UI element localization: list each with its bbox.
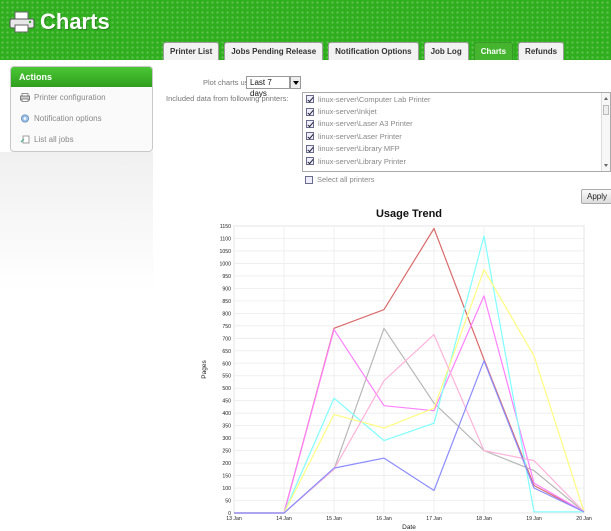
y-tick-label: 600 [222, 361, 231, 367]
printer-name: linux-server\Inkjet [318, 107, 377, 117]
notification-icon [21, 114, 29, 123]
x-axis-label: Date [402, 524, 416, 531]
tab-charts[interactable]: Charts [473, 42, 514, 60]
y-tick-label: 950 [222, 274, 231, 280]
chevron-down-icon[interactable] [290, 76, 301, 89]
printer-list: linux-server\Computer Lab Printer linux-… [302, 92, 611, 172]
y-tick-label: 1000 [219, 261, 231, 267]
x-tick-label: 15 Jan [326, 516, 342, 522]
list-item: linux-server\Library Printer [303, 155, 610, 167]
y-tick-label: 400 [222, 411, 231, 417]
y-tick-label: 1150 [220, 224, 231, 230]
y-tick-label: 900 [222, 286, 231, 292]
y-tick-label: 250 [222, 449, 231, 455]
sidebar-item-printer-configuration[interactable]: Printer configuration [11, 87, 152, 108]
select-all-checkbox[interactable] [305, 175, 313, 184]
list-item: linux-server\Library MFP [303, 143, 610, 155]
printer-icon [20, 93, 30, 102]
sidebar-item-notification-options[interactable]: Notification options [11, 108, 152, 129]
scroll-up-icon[interactable] [604, 97, 608, 100]
y-tick-label: 750 [222, 324, 231, 330]
x-tick-label: 14 Jan [276, 516, 292, 522]
actions-title: Actions [11, 67, 152, 87]
printer-list-scrollbar[interactable] [601, 93, 610, 171]
y-tick-label: 150 [222, 474, 231, 480]
usage-trend-chart: Usage Trend05010015020025030035040045050… [201, 208, 592, 531]
tab-notification-options[interactable]: Notification Options [328, 42, 419, 60]
printer-checkbox[interactable] [306, 157, 314, 166]
printers-label: Included data from following printers: [166, 94, 289, 103]
x-tick-label: 20 Jan [576, 516, 592, 522]
y-axis-label: Pages [201, 360, 208, 379]
x-tick-label: 17 Jan [426, 516, 442, 522]
printer-checkbox[interactable] [306, 144, 314, 153]
select-all-label: Select all printers [317, 175, 375, 184]
x-tick-label: 18 Jan [476, 516, 492, 522]
select-all-printers: Select all printers [305, 175, 375, 184]
printer-icon [9, 11, 35, 33]
printer-name: linux-server\Library MFP [318, 144, 400, 154]
y-tick-label: 200 [222, 461, 231, 467]
tab-printer-list[interactable]: Printer List [163, 42, 220, 60]
page-title: Charts [40, 9, 110, 34]
y-tick-label: 1100 [220, 236, 231, 242]
apply-button[interactable]: Apply [581, 189, 611, 204]
period-select[interactable]: Last 7 days [246, 76, 290, 98]
y-tick-label: 650 [222, 349, 231, 355]
scroll-thumb[interactable] [603, 105, 609, 115]
y-tick-label: 100 [222, 486, 231, 492]
y-tick-label: 450 [222, 399, 231, 405]
printer-checkbox[interactable] [306, 95, 314, 104]
sidebar-item-list-all-jobs[interactable]: List all jobs [11, 129, 152, 150]
printer-name: linux-server\Laser Printer [318, 131, 402, 141]
scroll-down-icon[interactable] [604, 164, 608, 167]
list-item: linux-server\Laser A3 Printer [303, 118, 610, 130]
y-tick-label: 850 [222, 299, 231, 305]
tab-refunds[interactable]: Refunds [518, 42, 565, 60]
printer-name: linux-server\Computer Lab Printer [318, 94, 431, 104]
y-tick-label: 800 [222, 311, 231, 317]
y-tick-label: 500 [222, 386, 231, 392]
printer-name: linux-server\Library Printer [318, 156, 406, 166]
tab-bar: Printer List Jobs Pending Release Notifi… [163, 42, 569, 60]
y-tick-label: 1050 [219, 249, 231, 255]
printer-name: linux-server\Laser A3 Printer [318, 119, 413, 129]
list-item: linux-server\Laser Printer [303, 130, 610, 142]
chart-title: Usage Trend [376, 208, 442, 220]
sidebar-item-label: Printer configuration [34, 93, 106, 102]
printer-checkbox[interactable] [306, 119, 314, 128]
y-tick-label: 550 [222, 374, 231, 380]
sidebar-item-label: List all jobs [34, 135, 74, 144]
tab-jobs-pending-release[interactable]: Jobs Pending Release [224, 42, 324, 60]
list-item: linux-server\Computer Lab Printer [303, 93, 610, 105]
y-tick-label: 350 [222, 424, 231, 430]
list-icon [20, 135, 30, 144]
y-tick-label: 700 [222, 336, 231, 342]
x-tick-label: 19 Jan [526, 516, 542, 522]
printer-checkbox[interactable] [306, 132, 314, 141]
list-item: linux-server\Inkjet [303, 105, 610, 117]
sidebar-background [0, 152, 153, 292]
actions-panel: Actions Printer configuration Notificati… [10, 66, 153, 152]
y-tick-label: 50 [225, 499, 231, 505]
printer-checkbox[interactable] [306, 107, 314, 116]
sidebar-item-label: Notification options [34, 114, 102, 123]
tab-job-log[interactable]: Job Log [423, 42, 469, 60]
y-tick-label: 300 [222, 436, 231, 442]
x-tick-label: 16 Jan [376, 516, 392, 522]
x-tick-label: 13 Jan [226, 516, 242, 522]
